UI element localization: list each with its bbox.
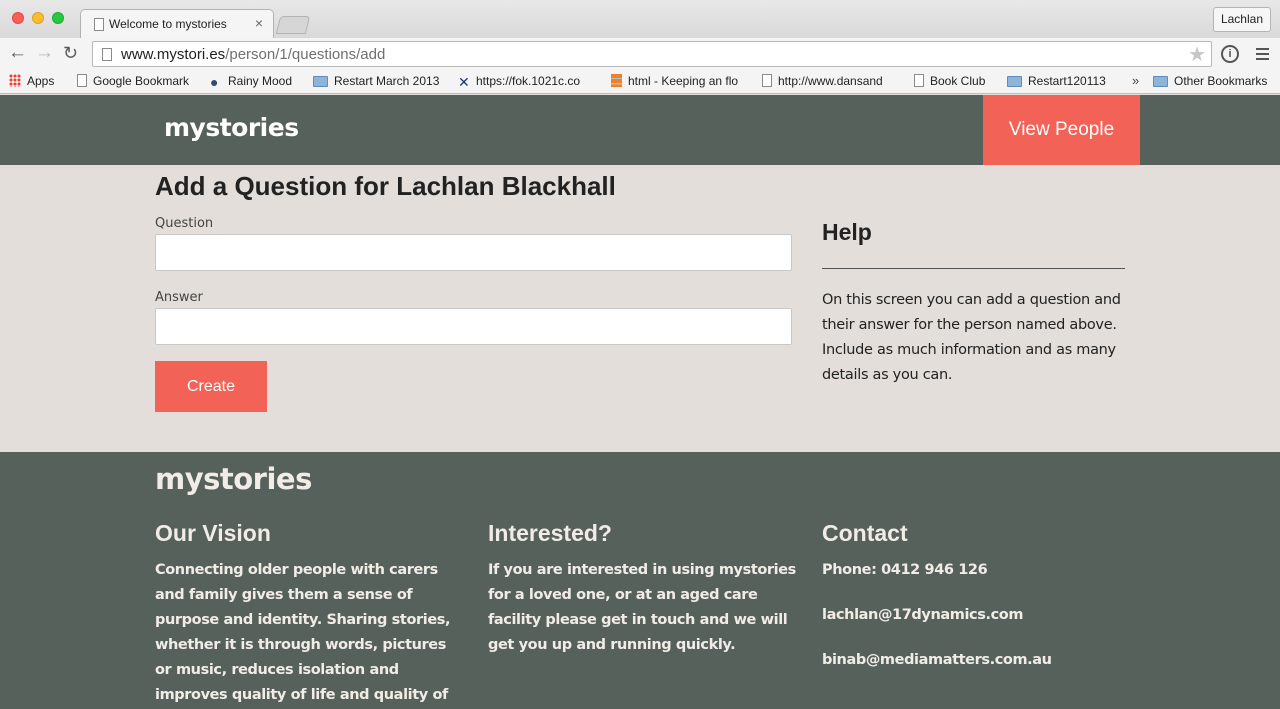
create-button[interactable]: Create bbox=[155, 361, 267, 412]
address-bar[interactable]: www.mystori.es/person/1/questions/add ★ bbox=[92, 41, 1212, 67]
interested-title: Interested? bbox=[488, 520, 612, 546]
close-window-icon[interactable] bbox=[12, 12, 24, 24]
help-divider bbox=[822, 268, 1125, 269]
vision-title: Our Vision bbox=[155, 520, 271, 546]
browser-titlebar: Welcome to mystories × Lachlan bbox=[0, 0, 1280, 38]
contact-phone: Phone: 0412 946 126 bbox=[822, 562, 988, 578]
menu-icon[interactable] bbox=[1256, 48, 1269, 63]
bookmark-restart-march-2013[interactable]: Restart March 2013 bbox=[313, 74, 439, 90]
maximize-window-icon[interactable] bbox=[52, 12, 64, 24]
page-icon bbox=[94, 18, 104, 31]
url-text[interactable]: www.mystori.es/person/1/questions/add bbox=[121, 46, 385, 63]
site-logo[interactable]: mystories bbox=[164, 113, 299, 142]
bookmark-star-icon[interactable]: ★ bbox=[1188, 42, 1206, 67]
info-icon[interactable]: i bbox=[1221, 45, 1239, 63]
browser-toolbar: ← → ↻ www.mystori.es/person/1/questions/… bbox=[0, 38, 1280, 70]
site-header: mystories View People bbox=[0, 95, 1280, 165]
bookmark-dansand[interactable]: http://www.dansand bbox=[762, 74, 883, 90]
folder-icon bbox=[313, 76, 328, 87]
folder-icon bbox=[1007, 76, 1022, 87]
folder-icon bbox=[1153, 76, 1168, 87]
page-icon bbox=[914, 74, 924, 87]
question-label: Question bbox=[155, 216, 214, 231]
forward-arrow-icon[interactable]: → bbox=[35, 41, 54, 65]
apps-grid-icon bbox=[9, 74, 21, 87]
raindrop-icon: ● bbox=[210, 74, 219, 90]
bookmark-restart120113[interactable]: Restart120113 bbox=[1007, 74, 1106, 90]
reload-icon[interactable]: ↻ bbox=[63, 41, 78, 65]
page-title: Add a Question for Lachlan Blackhall bbox=[155, 171, 616, 201]
answer-input[interactable] bbox=[155, 308, 792, 345]
question-input[interactable] bbox=[155, 234, 792, 271]
bookmark-rainy-mood[interactable]: ● Rainy Mood bbox=[210, 74, 292, 90]
help-title: Help bbox=[822, 219, 872, 245]
browser-tab[interactable]: Welcome to mystories × bbox=[80, 9, 274, 38]
help-text: On this screen you can add a question an… bbox=[822, 292, 1121, 383]
bookmark-fok[interactable]: ✕ https://fok.1021c.co bbox=[458, 74, 580, 90]
answer-label: Answer bbox=[155, 290, 203, 305]
url-path: /person/1/questions/add bbox=[225, 46, 386, 63]
bookmark-html-keeping[interactable]: html - Keeping an flo bbox=[611, 74, 738, 90]
view-people-button[interactable]: View People bbox=[983, 95, 1140, 165]
contact-title: Contact bbox=[822, 520, 908, 546]
url-domain: www.mystori.es bbox=[121, 46, 226, 63]
bookmarks-overflow-button[interactable]: » bbox=[1132, 73, 1139, 88]
bookmarks-bar: Apps Google Bookmark ● Rainy Mood Restart… bbox=[0, 70, 1280, 94]
back-arrow-icon[interactable]: ← bbox=[8, 41, 27, 65]
page-icon bbox=[77, 74, 87, 87]
bookmark-apps[interactable]: Apps bbox=[9, 74, 54, 90]
page-icon bbox=[762, 74, 772, 87]
stackoverflow-icon bbox=[611, 74, 622, 87]
vision-text: Connecting older people with carers and … bbox=[155, 562, 451, 703]
tab-title: Welcome to mystories bbox=[109, 17, 227, 31]
interested-text: If you are interested in using mystories… bbox=[488, 562, 796, 653]
tab-close-icon[interactable]: × bbox=[255, 15, 263, 31]
contact-email-binab[interactable]: binab@mediamatters.com.au bbox=[822, 652, 1052, 668]
footer-logo: mystories bbox=[155, 462, 312, 496]
contact-email-lachlan[interactable]: lachlan@17dynamics.com bbox=[822, 607, 1023, 623]
page-icon bbox=[102, 48, 112, 61]
bookmark-google-bookmark[interactable]: Google Bookmark bbox=[77, 74, 189, 90]
crossed-swords-icon: ✕ bbox=[458, 74, 470, 90]
profile-button[interactable]: Lachlan bbox=[1212, 7, 1271, 32]
other-bookmarks-folder[interactable]: Other Bookmarks bbox=[1153, 74, 1267, 90]
bookmark-book-club[interactable]: Book Club bbox=[914, 74, 985, 90]
new-tab-button[interactable] bbox=[275, 16, 311, 34]
minimize-window-icon[interactable] bbox=[32, 12, 44, 24]
